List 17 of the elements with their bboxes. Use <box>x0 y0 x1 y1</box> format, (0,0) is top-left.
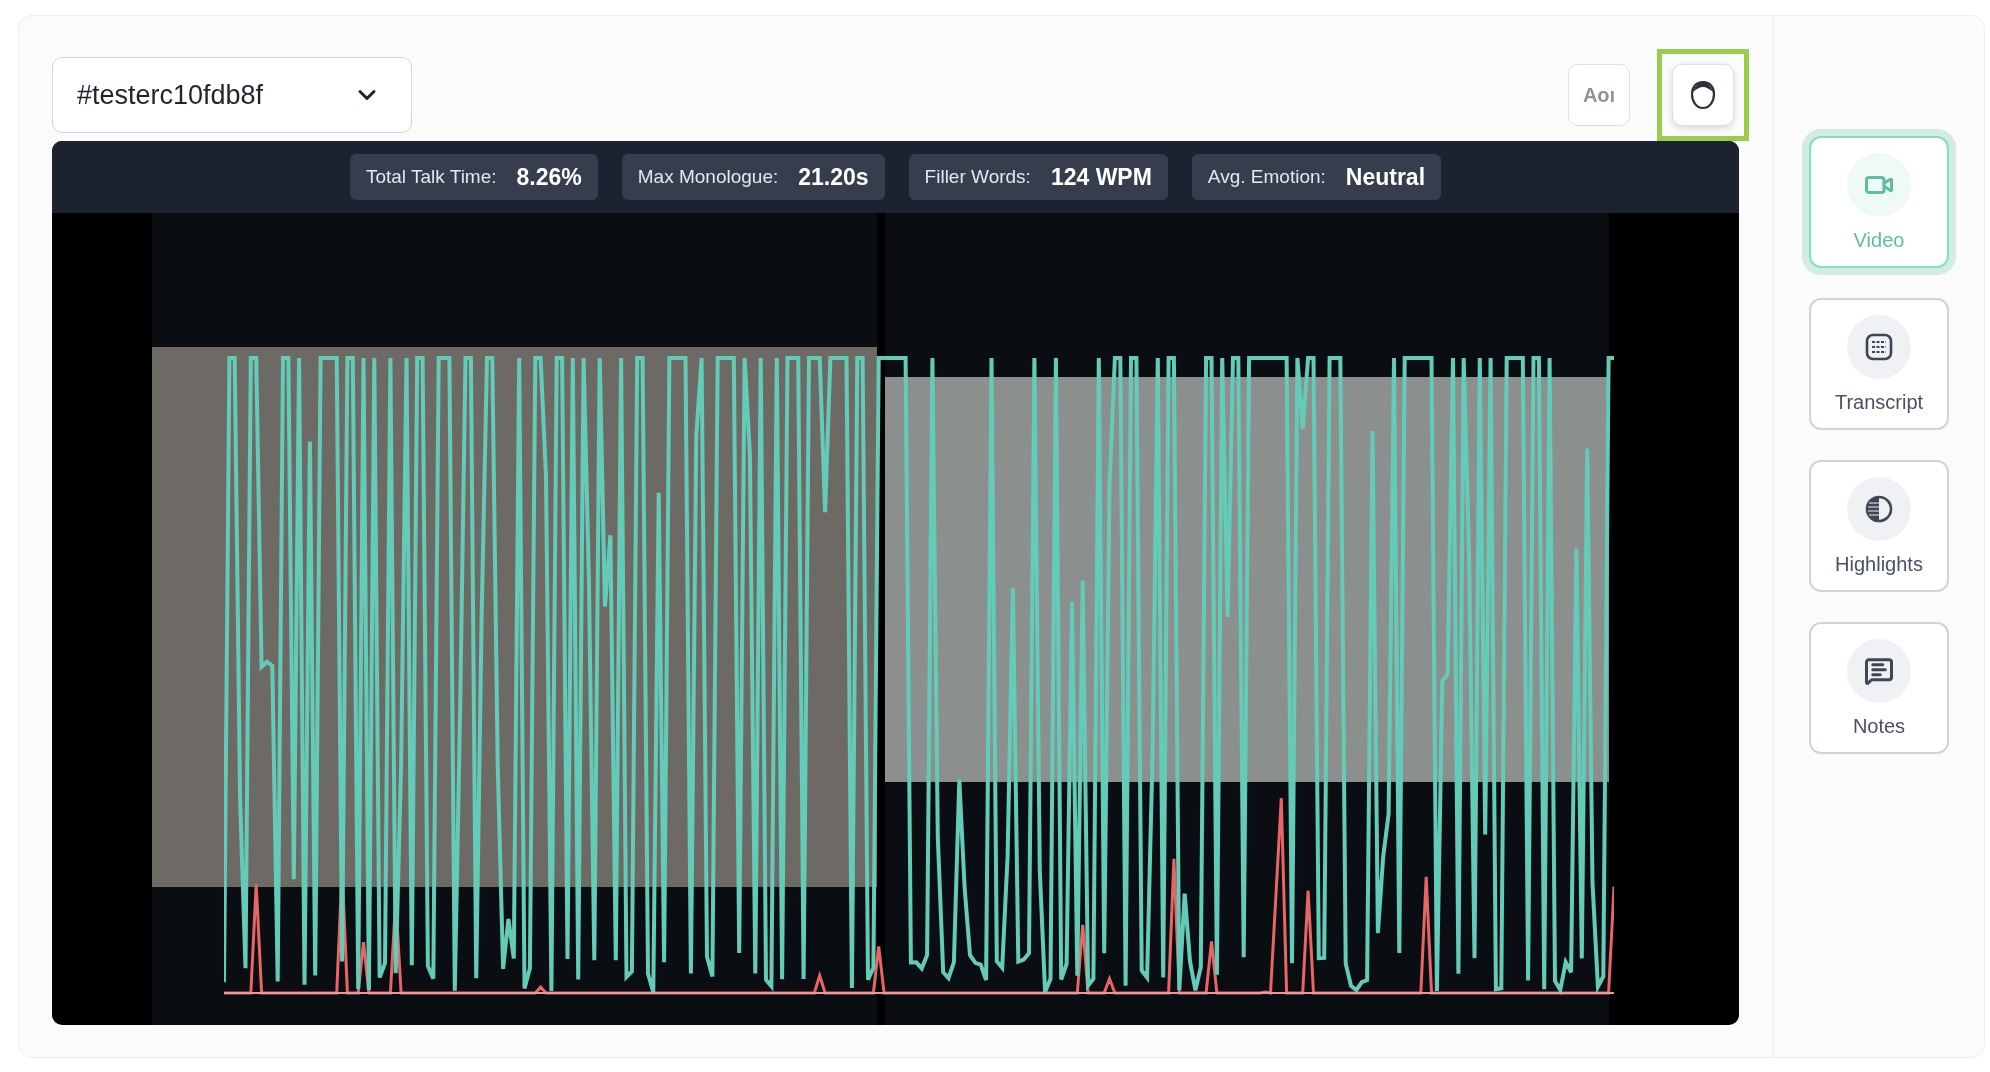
sidebar-tab[interactable]: Notes <box>1809 622 1949 754</box>
head-button[interactable] <box>1672 64 1734 126</box>
session-dropdown[interactable]: #testerc10fdb8f <box>52 57 412 133</box>
stat-value: 21.20s <box>798 163 869 191</box>
stat-value: 8.26% <box>516 163 582 191</box>
sidebar-tab[interactable]: Transcript <box>1809 298 1949 430</box>
stat-value: Neutral <box>1345 163 1426 191</box>
stat-label: Max Monologue: <box>637 166 779 188</box>
list-icon <box>1864 331 1894 362</box>
half-circle-icon <box>1864 493 1894 524</box>
stat-label: Total Talk Time: <box>365 166 497 188</box>
head-icon <box>1690 80 1716 110</box>
stat-label: Filler Words: <box>924 166 1031 188</box>
stat-label: Avg. Emotion: <box>1207 166 1326 188</box>
stat-value: 124 WPM <box>1050 163 1152 191</box>
message-icon <box>1864 655 1894 686</box>
sidebar-tab[interactable]: Highlights <box>1809 460 1949 592</box>
